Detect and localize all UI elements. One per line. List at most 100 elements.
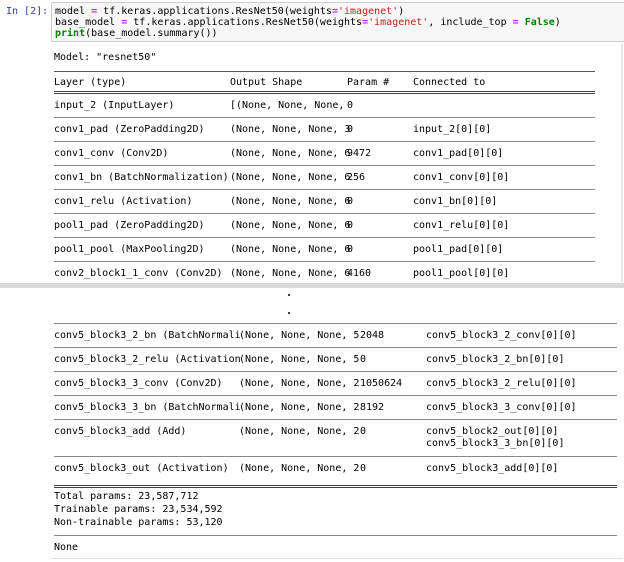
- row-separator: [54, 323, 617, 324]
- output-shape: [(None, None, None,: [230, 100, 345, 111]
- connected-to: conv5_block3_3_bn[0][0]: [426, 438, 565, 449]
- code-token: model: [55, 6, 92, 17]
- ellipsis-dot: [288, 312, 290, 314]
- row-separator: [54, 237, 595, 238]
- param-count: 256: [347, 172, 366, 183]
- layer-name: conv5_block3_add (Add): [54, 426, 187, 437]
- row-separator: [54, 419, 617, 420]
- totals-bottom-rule: [54, 535, 617, 536]
- output-shape: (None, None, None, 3: [230, 124, 351, 135]
- total-params: Total params: 23,587,712: [54, 491, 199, 502]
- row-separator: [54, 213, 595, 214]
- trainable-params: Trainable params: 23,534,592: [54, 504, 223, 515]
- output-scrollbar[interactable]: [621, 44, 623, 282]
- col-header-layer: Layer (type): [54, 77, 127, 88]
- output-shape: (None, None, None, 2: [239, 402, 360, 413]
- code-token: , include_top: [428, 17, 513, 28]
- code-token: tf.keras.applications.ResNet50(weights: [97, 6, 332, 17]
- code-token: 'imagenet': [368, 17, 429, 28]
- output-shape: (None, None, None, 2: [239, 378, 360, 389]
- input-prompt: In [2]:: [6, 6, 49, 17]
- input-cell[interactable]: In [2]: model = tf.keras.applications.Re…: [0, 0, 624, 43]
- code-token: False: [524, 17, 555, 28]
- connected-to: conv5_block2_out[0][0]: [426, 426, 559, 437]
- layer-name: conv5_block3_3_conv (Conv2D): [54, 378, 223, 389]
- output-shape: (None, None, None, 5: [239, 354, 360, 365]
- col-header-connected: Connected to: [413, 77, 486, 88]
- connected-to: conv1_relu[0][0]: [413, 220, 510, 231]
- output-shape: (None, None, None, 6: [230, 172, 351, 183]
- header-bottom-rule: [54, 91, 595, 94]
- layer-name: conv1_conv (Conv2D): [54, 148, 169, 159]
- output-area: Model: "resnet50" Layer (type) Output Sh…: [51, 43, 623, 562]
- row-separator: [54, 141, 595, 142]
- connected-to: conv1_pad[0][0]: [413, 148, 504, 159]
- param-count: 0: [360, 354, 367, 365]
- row-separator: [54, 347, 617, 348]
- connected-to: input_2[0][0]: [413, 124, 492, 135]
- code-token: ): [554, 17, 561, 28]
- connected-to: conv1_bn[0][0]: [413, 196, 498, 207]
- param-count: 2048: [360, 330, 385, 341]
- model-title: Model: "resnet50": [54, 52, 157, 63]
- code-token: (base_model.summary()): [85, 28, 218, 39]
- output-shape: (None, None, None, 6: [230, 196, 351, 207]
- layer-name: pool1_pad (ZeroPadding2D): [54, 220, 205, 231]
- layer-name: conv5_block3_2_relu (Activation: [54, 354, 241, 365]
- code-token: ): [398, 6, 405, 17]
- cell-bottom-border: [51, 558, 623, 559]
- row-separator: [54, 117, 595, 118]
- output-break: [0, 283, 624, 288]
- totals-top-rule: [54, 485, 617, 488]
- param-count: 0: [360, 463, 367, 474]
- col-header-param: Param #: [347, 77, 390, 88]
- layer-name: conv5_block3_out (Activation): [54, 463, 229, 474]
- code-token: base_model: [55, 17, 122, 28]
- param-count: 4160: [347, 268, 372, 279]
- layer-name: conv1_bn (BatchNormalization): [54, 172, 229, 183]
- layer-name: conv5_block3_3_bn (BatchNormali: [54, 402, 241, 413]
- code-editor[interactable]: model = tf.keras.applications.ResNet50(w…: [51, 2, 624, 42]
- param-count: 8192: [360, 402, 385, 413]
- param-count: 0: [347, 100, 354, 111]
- connected-to: conv1_conv[0][0]: [413, 172, 510, 183]
- row-separator: [54, 165, 595, 166]
- row-separator: [54, 189, 595, 190]
- ellipsis-dot: [288, 294, 290, 296]
- output-shape: (None, None, None, 6: [230, 268, 351, 279]
- connected-to: conv5_block3_2_bn[0][0]: [426, 354, 565, 365]
- header-top-rule: [54, 71, 595, 72]
- connected-to: conv5_block3_2_conv[0][0]: [426, 330, 577, 341]
- param-count: 0: [360, 426, 367, 437]
- row-separator: [54, 371, 617, 372]
- connected-to: conv5_block3_2_relu[0][0]: [426, 378, 577, 389]
- output-shape: (None, None, None, 2: [239, 426, 360, 437]
- output-shape: (None, None, None, 6: [230, 244, 351, 255]
- code-line: print(base_model.summary()): [55, 28, 218, 40]
- param-count: 0: [347, 220, 354, 231]
- connected-to: conv5_block3_3_conv[0][0]: [426, 402, 577, 413]
- code-token: 'imagenet': [338, 6, 399, 17]
- layer-name: conv1_relu (Activation): [54, 196, 193, 207]
- param-count: 0: [347, 196, 354, 207]
- layer-name: conv1_pad (ZeroPadding2D): [54, 124, 205, 135]
- row-separator: [54, 261, 595, 262]
- param-count: 0: [347, 124, 354, 135]
- output-shape: (None, None, None, 5: [239, 330, 360, 341]
- connected-to: conv5_block3_add[0][0]: [426, 463, 559, 474]
- code-token: tf.keras.applications.ResNet50(weights: [127, 17, 363, 28]
- param-count: 9472: [347, 148, 372, 159]
- param-count: 0: [347, 244, 354, 255]
- row-separator: [54, 395, 617, 396]
- non-trainable-params: Non-trainable params: 53,120: [54, 517, 223, 528]
- layer-name: pool1_pool (MaxPooling2D): [54, 244, 205, 255]
- row-separator: [54, 456, 617, 457]
- layer-name: input_2 (InputLayer): [54, 100, 175, 111]
- output-shape: (None, None, None, 6: [230, 220, 351, 231]
- col-header-output-shape: Output Shape: [230, 77, 303, 88]
- param-count: 1050624: [360, 378, 403, 389]
- layer-name: conv5_block3_2_bn (BatchNormali: [54, 330, 241, 341]
- output-shape: (None, None, None, 6: [230, 148, 351, 159]
- connected-to: pool1_pool[0][0]: [413, 268, 510, 279]
- return-value: None: [54, 542, 79, 553]
